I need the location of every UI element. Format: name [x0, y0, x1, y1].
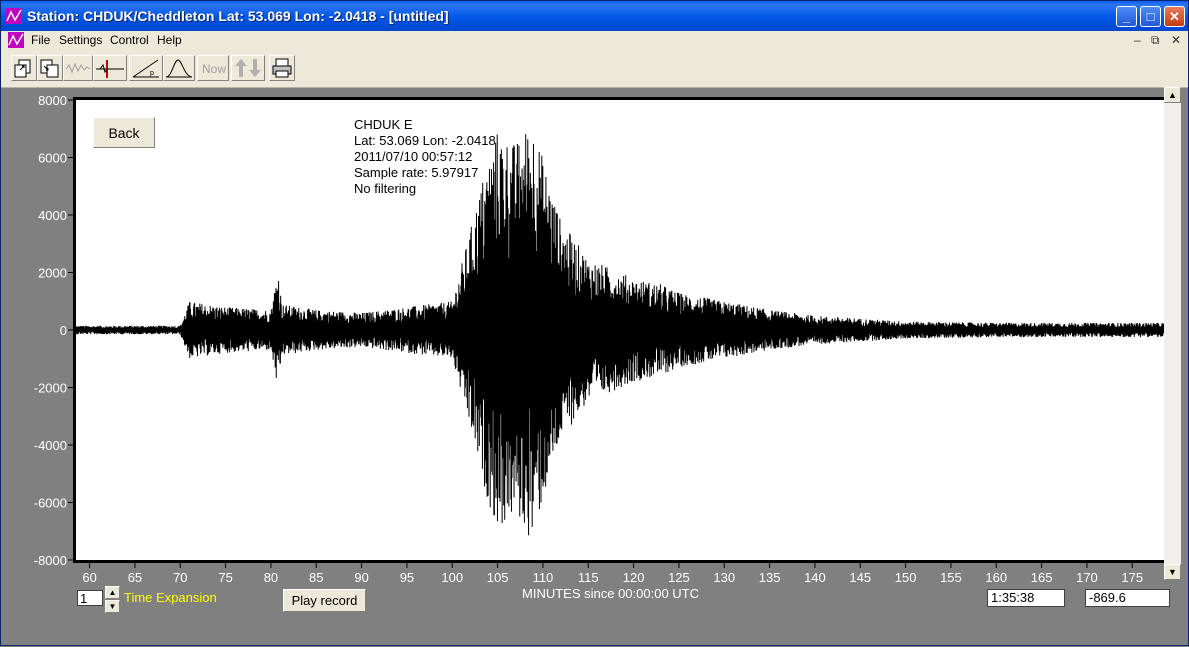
x-tick-label: 145: [849, 570, 871, 585]
minimize-button[interactable]: _: [1116, 6, 1137, 27]
x-tick-label: 130: [713, 570, 735, 585]
y-tick-label: -2000: [34, 381, 67, 396]
x-tick-label: 90: [354, 570, 368, 585]
value-readout: -869.6: [1085, 589, 1170, 607]
now-label: Now: [202, 62, 227, 76]
y-tick-label: 2000: [38, 266, 67, 281]
x-tick-label: 165: [1031, 570, 1053, 585]
expansion-down-button[interactable]: ▼: [105, 600, 120, 613]
y-tick-label: 8000: [38, 93, 67, 108]
x-tick-label: 110: [533, 570, 554, 585]
x-tick-label: 155: [940, 570, 962, 585]
menu-bar: File Settings Control Help – ⧉ ✕: [1, 31, 1188, 50]
scroll-down-button[interactable]: ▼: [1164, 564, 1181, 580]
station-location: Lat: 53.069 Lon: -2.0418: [354, 133, 496, 148]
y-tick-label: 4000: [38, 208, 67, 223]
plot-area[interactable]: 8000 6000 4000 2000 0 -2000 -4000 -6000 -8000 60…: [1, 87, 1188, 647]
mdi-minimize-button[interactable]: –: [1134, 33, 1141, 47]
title-bar[interactable]: Station: CHDUK/Cheddleton Lat: 53.069 Lo…: [1, 1, 1188, 31]
application-window: Station: CHDUK/Cheddleton Lat: 53.069 Lo…: [0, 0, 1189, 646]
x-tick-label: 140: [804, 570, 826, 585]
scroll-arrows-button[interactable]: [231, 55, 265, 81]
close-button[interactable]: ✕: [1164, 6, 1185, 27]
play-record-button[interactable]: Play record: [283, 589, 366, 612]
document-icon[interactable]: [8, 32, 24, 48]
open-file-button[interactable]: [11, 55, 37, 81]
y-tick-label: -6000: [34, 496, 67, 511]
save-file-icon: [40, 59, 59, 78]
x-tick-label: 175: [1121, 570, 1143, 585]
x-tick-label: 105: [487, 570, 509, 585]
print-icon: [272, 58, 292, 78]
wave-icon: [65, 62, 91, 74]
expansion-up-button[interactable]: ▲: [105, 586, 120, 599]
back-button[interactable]: Back: [93, 117, 155, 148]
y-tick-label: 6000: [38, 151, 67, 166]
toolbar: p Now: [1, 50, 1188, 88]
now-button[interactable]: Now: [197, 55, 229, 81]
app-icon: [6, 8, 22, 24]
scroll-up-button[interactable]: ▲: [1164, 87, 1181, 103]
station-name: CHDUK E: [354, 117, 413, 132]
slope-icon: p: [132, 59, 159, 78]
menu-settings[interactable]: Settings: [59, 33, 102, 47]
x-tick-label: 75: [218, 570, 232, 585]
x-tick-label: 80: [264, 570, 278, 585]
svg-text:p: p: [150, 70, 154, 77]
x-tick-label: 160: [985, 570, 1007, 585]
x-tick-label: 125: [668, 570, 690, 585]
spectrum-icon: [165, 59, 193, 78]
x-tick-label: 120: [623, 570, 645, 585]
x-tick-label: 60: [82, 570, 96, 585]
window-title: Station: CHDUK/Cheddleton Lat: 53.069 Lo…: [27, 8, 449, 24]
mdi-close-button[interactable]: ✕: [1171, 33, 1181, 47]
time-expansion-label: Time Expansion: [124, 590, 217, 605]
sample-rate: Sample rate: 5.97917: [354, 165, 479, 180]
time-readout: 1:35:38: [987, 589, 1065, 607]
menu-file[interactable]: File: [31, 33, 50, 47]
maximize-button[interactable]: □: [1140, 6, 1161, 27]
menu-control[interactable]: Control: [110, 33, 149, 47]
x-tick-label: 115: [578, 570, 599, 585]
vertical-scrollbar[interactable]: ▲ ▼: [1164, 87, 1181, 580]
record-datetime: 2011/07/10 00:57:12: [354, 149, 473, 164]
y-tick-label: -4000: [34, 438, 67, 453]
open-file-icon: [14, 59, 31, 78]
x-tick-label: 100: [441, 570, 463, 585]
x-tick-label: 85: [309, 570, 323, 585]
y-tick-label: 0: [60, 323, 67, 338]
x-tick-label: 95: [400, 570, 414, 585]
filter-status: No filtering: [354, 181, 417, 196]
x-tick-label: 65: [128, 570, 142, 585]
pick-button[interactable]: [93, 55, 127, 81]
y-tick-label: -8000: [34, 553, 67, 568]
save-file-button[interactable]: [37, 55, 63, 81]
x-axis-label: MINUTES since 00:00:00 UTC: [522, 586, 700, 601]
x-tick-label: 135: [759, 570, 781, 585]
x-tick-label: 70: [173, 570, 187, 585]
print-button[interactable]: [269, 55, 295, 81]
slope-button[interactable]: p: [129, 55, 163, 81]
spectrum-button[interactable]: [163, 55, 195, 81]
x-tick-label: 170: [1076, 570, 1098, 585]
seismogram-chart[interactable]: 8000 6000 4000 2000 0 -2000 -4000 -6000 -8000 60…: [1, 87, 1188, 647]
wave-button[interactable]: [63, 55, 93, 81]
pick-icon: [96, 60, 124, 78]
menu-help[interactable]: Help: [157, 33, 182, 47]
scroll-arrows-icon: [235, 59, 261, 77]
x-tick-label: 150: [895, 570, 917, 585]
mdi-restore-button[interactable]: ⧉: [1151, 33, 1160, 48]
time-expansion-input[interactable]: 1: [77, 590, 103, 606]
